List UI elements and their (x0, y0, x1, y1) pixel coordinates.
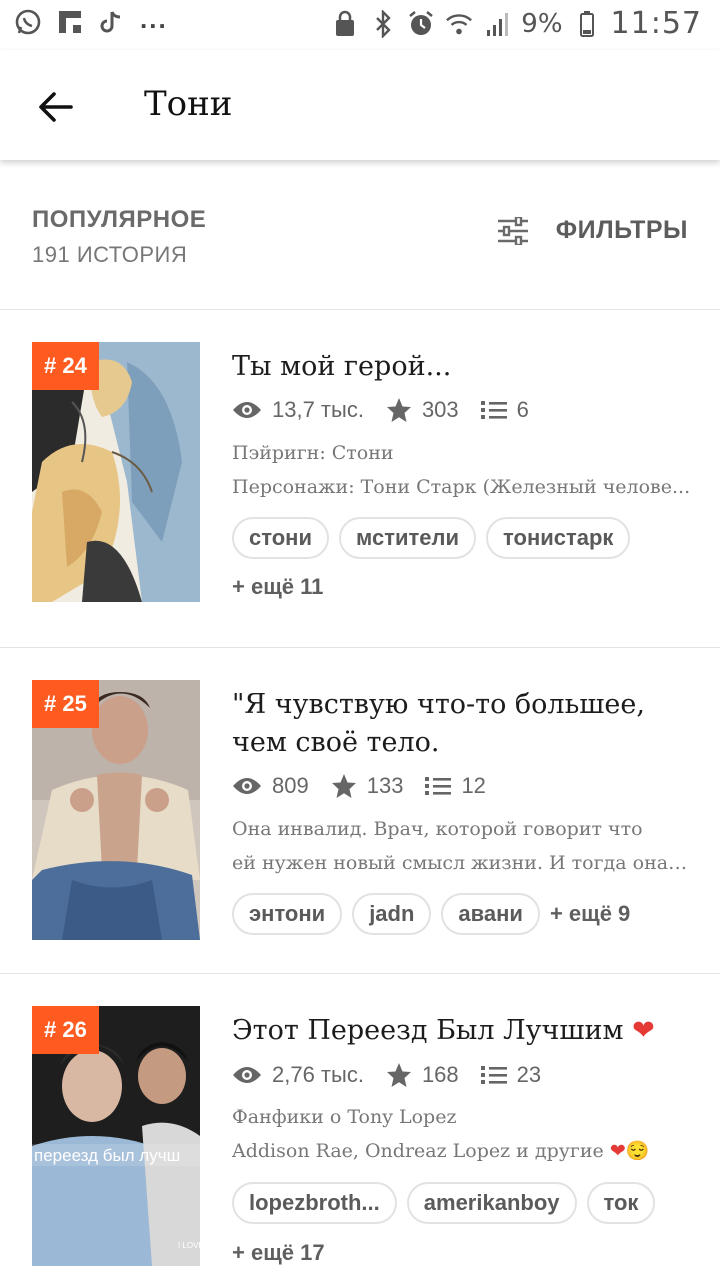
reads-stat: 13,7 тыс. (232, 397, 364, 423)
more-tags-link[interactable]: + ещё 11 (232, 574, 323, 600)
story-tags: стони мстители тонистарк (232, 517, 631, 559)
tag-chip[interactable]: ток (586, 1182, 656, 1224)
list-icon (480, 401, 507, 419)
reads-stat: 809 (232, 773, 309, 799)
story-description-line: Пэйригн: Стони (232, 442, 394, 464)
rank-badge: # 26 (32, 1006, 99, 1054)
lock-icon (331, 10, 359, 38)
reads-count: 13,7 тыс. (272, 397, 364, 422)
reads-count: 2,76 тыс. (272, 1062, 364, 1087)
section-header: ПОПУЛЯРНОЕ 191 ИСТОРИЯ ФИЛЬТРЫ (0, 160, 720, 310)
votes-stat: 303 (386, 397, 459, 423)
story-title: Этот Переезд Был Лучшим (232, 1015, 624, 1046)
tiktok-icon (98, 8, 126, 36)
arrow-left-icon (39, 92, 73, 122)
story-tags: lopezbroth... amerikanboy ток (232, 1182, 656, 1224)
star-icon (386, 398, 411, 422)
cover-small-text: I LOVE (178, 1241, 200, 1250)
more-tags-link[interactable]: + ещё 9 (550, 901, 630, 927)
parts-stat: 6 (480, 397, 529, 423)
reads-stat: 2,76 тыс. (232, 1062, 364, 1088)
status-bar-notifications: ... (14, 4, 168, 36)
clock: 11:57 (610, 6, 702, 41)
page-title: Тони (144, 84, 233, 124)
eye-icon (233, 402, 261, 418)
battery-icon (573, 10, 601, 38)
heart-emoji: ❤ (632, 1015, 655, 1046)
tag-chip[interactable]: авани (441, 893, 540, 935)
story-count: 191 ИСТОРИЯ (32, 242, 188, 267)
votes-stat: 133 (331, 773, 404, 799)
heart-relieved-emoji: ❤😌 (609, 1140, 650, 1162)
flipboard-icon (56, 8, 84, 36)
story-description-line: Фанфики о Tony Lopez (232, 1106, 457, 1128)
parts-stat: 23 (480, 1062, 542, 1088)
app-bar: Тони (0, 50, 720, 160)
battery-percent: 9% (521, 8, 563, 39)
story-cover[interactable]: переезд был лучш I LOVE # 26 (32, 1006, 200, 1266)
filters-label: ФИЛЬТРЫ (555, 216, 688, 244)
story-description-row: Addison Rae, Ondreaz Lopez и другие ❤😌 (232, 1134, 692, 1168)
story-tags: энтони jadn авани + ещё 9 (232, 893, 630, 935)
votes-stat: 168 (386, 1062, 459, 1088)
reads-count: 809 (272, 773, 309, 798)
tag-chip[interactable]: стони (232, 517, 329, 559)
status-bar-system: 9% 11:57 (331, 6, 702, 41)
more-notifications: ... (140, 3, 168, 34)
story-description-line: ей нужен новый смысл жизни. И тогда она … (232, 852, 692, 874)
story-description-line: Персонажи: Тони Старк (Железный челове..… (232, 476, 691, 498)
rank-badge: # 24 (32, 342, 99, 390)
more-tags-link[interactable]: + ещё 17 (232, 1240, 325, 1266)
parts-stat: 12 (425, 773, 486, 799)
signal-icon (483, 10, 511, 38)
star-icon (331, 774, 356, 798)
rank-badge: # 25 (32, 680, 99, 728)
story-cover[interactable]: # 25 (32, 680, 200, 940)
votes-count: 168 (421, 1062, 459, 1087)
tag-chip[interactable]: lopezbroth... (232, 1182, 397, 1224)
list-icon (425, 777, 452, 795)
story-description-line: Addison Rae, Ondreaz Lopez и другие (232, 1140, 604, 1162)
tag-chip[interactable]: amerikanboy (406, 1182, 577, 1224)
story-cover[interactable]: # 24 (32, 342, 200, 602)
story-stats: 13,7 тыс. 303 6 (232, 397, 551, 423)
cover-caption: переезд был лучш (34, 1146, 180, 1165)
votes-count: 303 (421, 397, 459, 422)
eye-icon (233, 1067, 261, 1083)
parts-count: 6 (516, 397, 529, 422)
story-title-row[interactable]: Этот Переезд Был Лучшим ❤ (232, 1012, 692, 1050)
tag-chip[interactable]: энтони (232, 893, 343, 935)
filters-button[interactable]: ФИЛЬТРЫ (496, 216, 688, 245)
filter-sliders-icon (497, 216, 528, 245)
story-card[interactable]: # 24 Ты мой герой... 13,7 тыс. 303 6 Пэй… (0, 310, 720, 648)
story-description-line: Она инвалид. Врач, которой говорит что (232, 818, 643, 840)
votes-count: 133 (366, 773, 404, 798)
wifi-icon (445, 10, 473, 38)
status-bar: ... 9% 11:57 (0, 0, 720, 50)
parts-count: 12 (461, 773, 486, 798)
tag-chip[interactable]: мстители (338, 517, 477, 559)
story-title[interactable]: "Я чувствую что-то большее, чем своё тел… (232, 686, 692, 762)
story-card[interactable]: переезд был лучш I LOVE # 26 Этот Переез… (0, 974, 720, 1280)
whatsapp-icon (14, 8, 42, 36)
story-stats: 2,76 тыс. 168 23 (232, 1062, 563, 1088)
parts-count: 23 (516, 1062, 542, 1087)
list-icon (480, 1066, 507, 1084)
tag-chip[interactable]: jadn (352, 893, 432, 935)
story-stats: 809 133 12 (232, 773, 508, 799)
story-title[interactable]: Ты мой герой... (232, 348, 692, 386)
eye-icon (233, 778, 261, 794)
star-icon (386, 1063, 411, 1087)
back-button[interactable] (30, 82, 80, 132)
story-card[interactable]: # 25 "Я чувствую что-то большее, чем сво… (0, 648, 720, 974)
tag-chip[interactable]: тонистарк (486, 517, 631, 559)
alarm-icon (407, 10, 435, 38)
bluetooth-icon (369, 9, 397, 38)
section-title: ПОПУЛЯРНОЕ (32, 206, 207, 233)
